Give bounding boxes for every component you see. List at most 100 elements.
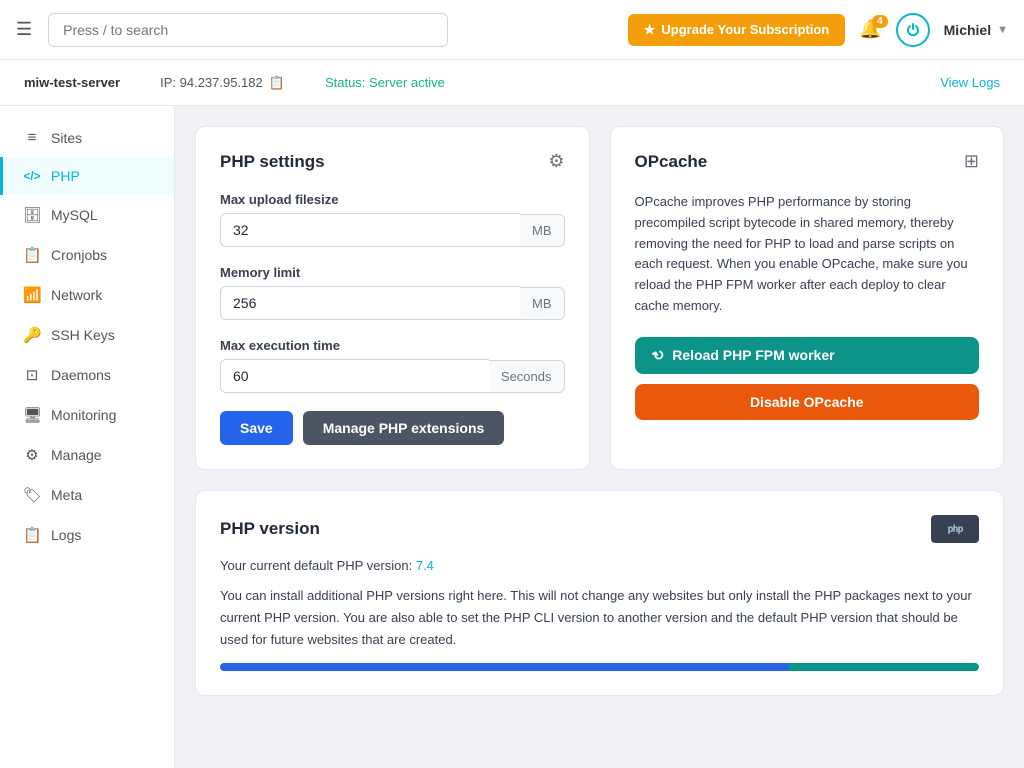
php-settings-header: PHP settings ⚙ — [220, 151, 565, 172]
sidebar-label-logs: Logs — [51, 527, 81, 543]
user-menu[interactable]: Michiel ▼ — [944, 22, 1008, 38]
status-value: Server active — [369, 75, 445, 90]
server-ip: IP: 94.237.95.182 📋 — [160, 75, 285, 91]
key-icon: 🔑 — [23, 326, 41, 344]
current-version-link[interactable]: 7.4 — [416, 558, 434, 573]
server-name: miw-test-server — [24, 75, 120, 90]
server-status: Status: Server active — [325, 75, 445, 90]
logs-icon: 📋 — [23, 526, 41, 544]
monitor-icon: 🖥 — [23, 406, 41, 424]
sidebar-item-network[interactable]: 📶 Network — [0, 275, 174, 315]
max-upload-input-row: MB — [220, 213, 565, 247]
sidebar-item-meta[interactable]: 🏷 Meta — [0, 475, 174, 515]
max-execution-input-row: Seconds — [220, 359, 565, 393]
database-icon: 🗄 — [23, 206, 41, 224]
sidebar-item-sites[interactable]: ≡ Sites — [0, 118, 174, 157]
sidebar-label-meta: Meta — [51, 487, 82, 503]
copy-icon[interactable]: 📋 — [269, 75, 285, 91]
max-upload-label: Max upload filesize — [220, 192, 565, 207]
opcache-title: OPcache — [635, 152, 708, 172]
php-version-card: PHP version php Your current default PHP… — [195, 490, 1004, 696]
upgrade-button[interactable]: ★ Upgrade Your Subscription — [628, 14, 845, 46]
save-button[interactable]: Save — [220, 411, 293, 445]
sidebar-item-daemons[interactable]: ⊡ Daemons — [0, 355, 174, 395]
disable-opcache-button[interactable]: Disable OPcache — [635, 384, 980, 420]
php-version-bar — [220, 663, 979, 671]
sidebar-item-monitoring[interactable]: 🖥 Monitoring — [0, 395, 174, 435]
php-elephant-icon: php — [947, 524, 962, 535]
hamburger-menu[interactable]: ☰ — [16, 19, 32, 40]
star-icon: ★ — [644, 22, 656, 38]
sidebar-label-php: PHP — [51, 168, 80, 184]
top-navigation: ☰ ★ Upgrade Your Subscription 🔔 4 Michie… — [0, 0, 1024, 60]
php-settings-title: PHP settings — [220, 152, 325, 172]
settings-gear-icon[interactable]: ⚙ — [548, 151, 564, 172]
memory-limit-label: Memory limit — [220, 265, 565, 280]
view-logs-link[interactable]: View Logs — [940, 75, 1000, 90]
sidebar-item-manage[interactable]: ⚙ Manage — [0, 435, 174, 475]
sidebar-item-php[interactable]: </> PHP — [0, 157, 174, 195]
grid-icon[interactable]: ⊞ — [964, 151, 979, 172]
reload-fpm-label: Reload PHP FPM worker — [672, 347, 834, 363]
code-icon: </> — [23, 169, 41, 183]
sidebar-label-cronjobs: Cronjobs — [51, 247, 107, 263]
gear-icon: ⚙ — [23, 446, 41, 464]
network-icon: 📶 — [23, 286, 41, 304]
max-upload-unit: MB — [520, 214, 565, 247]
memory-limit-input-row: MB — [220, 286, 565, 320]
max-upload-group: Max upload filesize MB — [220, 192, 565, 247]
sidebar-item-mysql[interactable]: 🗄 MySQL — [0, 195, 174, 235]
php-version-current-text: Your current default PHP version: 7.4 — [220, 555, 979, 577]
max-execution-group: Max execution time Seconds — [220, 338, 565, 393]
ip-label: IP: 94.237.95.182 — [160, 75, 263, 90]
php-version-header: PHP version php — [220, 515, 979, 543]
notifications-button[interactable]: 🔔 4 — [859, 19, 881, 40]
sidebar-label-sites: Sites — [51, 130, 82, 146]
refresh-icon: ↻ — [649, 345, 668, 366]
upgrade-label: Upgrade Your Subscription — [661, 22, 829, 37]
sidebar-item-cronjobs[interactable]: 📋 Cronjobs — [0, 235, 174, 275]
sidebar: ≡ Sites </> PHP 🗄 MySQL 📋 Cronjobs 📶 Net… — [0, 106, 175, 768]
list-icon: ≡ — [23, 129, 41, 146]
power-icon[interactable] — [896, 13, 930, 47]
php-settings-card: PHP settings ⚙ Max upload filesize MB Me… — [195, 126, 590, 470]
manage-extensions-button[interactable]: Manage PHP extensions — [303, 411, 505, 445]
server-info-bar: miw-test-server IP: 94.237.95.182 📋 Stat… — [0, 60, 1024, 106]
php-settings-buttons: Save Manage PHP extensions — [220, 411, 565, 445]
memory-limit-unit: MB — [520, 287, 565, 320]
max-execution-unit: Seconds — [489, 360, 565, 393]
main-content: PHP settings ⚙ Max upload filesize MB Me… — [175, 106, 1024, 768]
sidebar-label-daemons: Daemons — [51, 367, 111, 383]
opcache-card: OPcache ⊞ OPcache improves PHP performan… — [610, 126, 1005, 470]
opcache-header: OPcache ⊞ — [635, 151, 980, 172]
daemons-icon: ⊡ — [23, 366, 41, 384]
memory-limit-input[interactable] — [220, 286, 520, 320]
main-layout: ≡ Sites </> PHP 🗄 MySQL 📋 Cronjobs 📶 Net… — [0, 106, 1024, 768]
php-logo: php — [931, 515, 979, 543]
sidebar-label-manage: Manage — [51, 447, 102, 463]
max-execution-input[interactable] — [220, 359, 489, 393]
reload-fpm-button[interactable]: ↻ Reload PHP FPM worker — [635, 337, 980, 374]
cronjobs-icon: 📋 — [23, 246, 41, 264]
version-segment-secondary — [789, 663, 979, 671]
version-segment-primary — [220, 663, 789, 671]
max-execution-label: Max execution time — [220, 338, 565, 353]
php-version-install-text: You can install additional PHP versions … — [220, 585, 979, 651]
status-prefix: Status: — [325, 75, 369, 90]
current-version-prefix: Your current default PHP version: — [220, 558, 416, 573]
sidebar-label-ssh: SSH Keys — [51, 327, 115, 343]
topnav-right: ★ Upgrade Your Subscription 🔔 4 Michiel … — [628, 13, 1008, 47]
username-label: Michiel — [944, 22, 991, 38]
opcache-description: OPcache improves PHP performance by stor… — [635, 192, 980, 317]
sidebar-label-monitoring: Monitoring — [51, 407, 116, 423]
tag-icon: 🏷 — [23, 486, 41, 504]
max-upload-input[interactable] — [220, 213, 520, 247]
chevron-down-icon: ▼ — [997, 24, 1008, 36]
search-input[interactable] — [48, 13, 448, 47]
sidebar-label-network: Network — [51, 287, 102, 303]
sidebar-item-ssh-keys[interactable]: 🔑 SSH Keys — [0, 315, 174, 355]
cards-row: PHP settings ⚙ Max upload filesize MB Me… — [195, 126, 1004, 470]
sidebar-item-logs[interactable]: 📋 Logs — [0, 515, 174, 555]
php-version-title: PHP version — [220, 519, 320, 539]
sidebar-label-mysql: MySQL — [51, 207, 98, 223]
